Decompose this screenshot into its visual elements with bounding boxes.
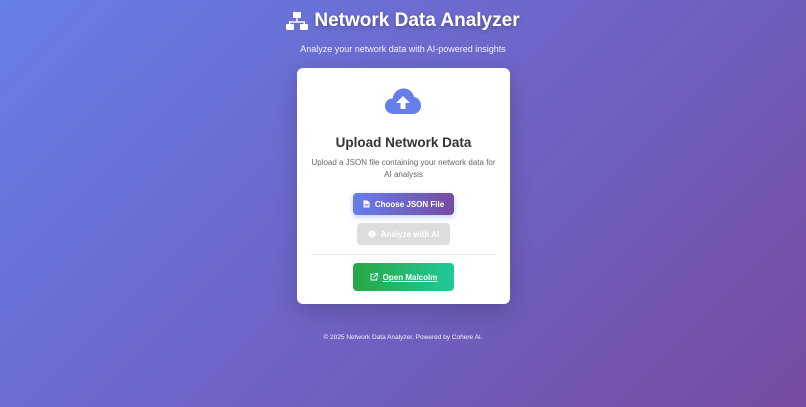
choose-json-file-button[interactable]: Choose JSON File (353, 193, 454, 215)
external-link-icon (370, 273, 378, 281)
analyze-with-ai-button[interactable]: Analyze with AI (357, 223, 450, 245)
page-subtitle: Analyze your network data with AI-powere… (300, 44, 506, 54)
cloud-upload-icon (385, 88, 421, 116)
file-icon (363, 200, 370, 208)
page-title: Network Data Analyzer (314, 10, 520, 31)
card-title: Upload Network Data (335, 135, 472, 150)
card-description: Upload a JSON file containing your netwo… (311, 158, 496, 179)
network-icon (286, 11, 309, 31)
open-malcolm-label: Open Malcolm (382, 272, 438, 282)
upload-card: Upload Network Data Upload a JSON file c… (297, 68, 510, 304)
title-row: Network Data Analyzer (0, 8, 806, 34)
footer-text: © 2025 Network Data Analyzer. Powered by… (323, 334, 483, 341)
open-malcolm-link[interactable]: Open Malcolm (353, 263, 454, 291)
choose-json-file-label: Choose JSON File (374, 199, 445, 209)
analyze-with-ai-label: Analyze with AI (380, 229, 440, 239)
header: Network Data Analyzer Analyze your netwo… (0, 8, 806, 54)
divider (311, 254, 496, 255)
brain-icon (368, 230, 376, 238)
